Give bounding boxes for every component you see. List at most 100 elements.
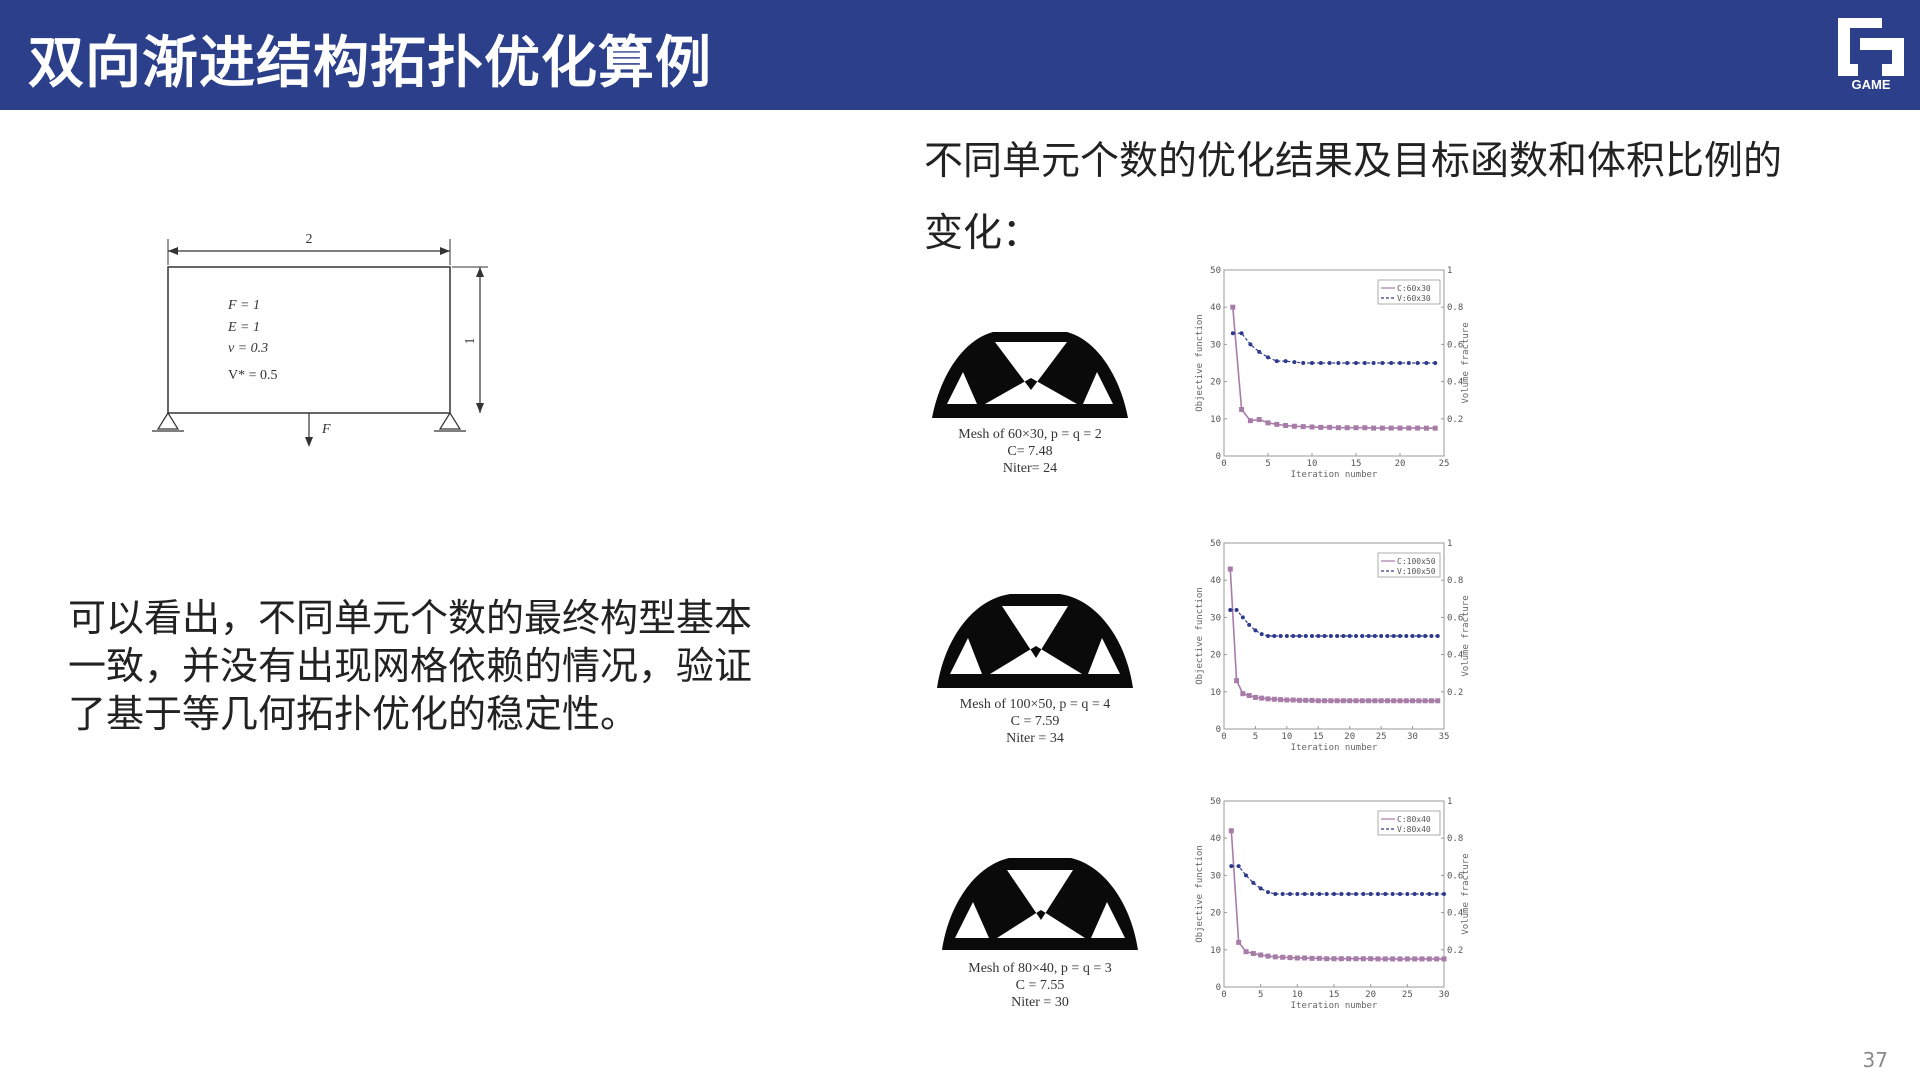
topology-shape — [937, 594, 1133, 688]
y2-tick-label: 0.2 — [1447, 946, 1463, 956]
data-point — [1303, 634, 1308, 638]
width-arrow-left — [168, 247, 178, 255]
y-tick-label: 40 — [1210, 834, 1221, 844]
data-point — [1250, 951, 1256, 957]
y-tick-label: 0 — [1216, 725, 1221, 735]
data-point — [1252, 694, 1258, 700]
x-tick-label: 30 — [1439, 990, 1450, 1000]
data-point — [1240, 615, 1245, 620]
data-point — [1243, 949, 1249, 955]
y2-tick-label: 1 — [1447, 539, 1452, 549]
data-point — [1309, 424, 1315, 430]
data-point — [1353, 425, 1359, 431]
topology-100x50: Mesh of 100×50, p = q = 4 C = 7.59 Niter… — [937, 594, 1133, 746]
data-point — [1424, 361, 1429, 365]
data-point — [1248, 342, 1253, 347]
data-point — [1309, 955, 1315, 961]
y-tick-label: 50 — [1210, 539, 1221, 549]
data-point — [1397, 956, 1403, 962]
data-point — [1379, 425, 1385, 431]
width-label: 2 — [306, 232, 313, 247]
data-point — [1334, 698, 1340, 704]
data-point — [1419, 956, 1425, 962]
x-tick-label: 15 — [1329, 990, 1340, 1000]
data-point — [1228, 607, 1233, 612]
data-point — [1253, 628, 1258, 633]
data-point — [1378, 698, 1384, 704]
data-point — [1335, 634, 1340, 638]
x-tick-label: 0 — [1221, 990, 1226, 1000]
data-point — [1234, 678, 1240, 684]
design-domain — [167, 266, 451, 414]
x-axis-label: Iteration number — [1291, 743, 1378, 753]
param-modulus: E = 1 — [227, 320, 260, 335]
data-point — [1272, 954, 1278, 960]
data-point — [1385, 634, 1390, 638]
data-point — [1423, 425, 1429, 431]
data-point — [1416, 634, 1421, 638]
left-support — [156, 411, 180, 430]
data-point — [1371, 361, 1376, 365]
data-point — [1327, 361, 1332, 365]
data-point — [1442, 892, 1446, 896]
legend-entry: V:100x50 — [1397, 567, 1436, 576]
data-point — [1294, 955, 1300, 961]
data-point — [1274, 359, 1279, 364]
data-point — [1344, 425, 1350, 431]
data-point — [1297, 634, 1302, 638]
topology-60x30: Mesh of 60×30, p = q = 2 C= 7.48 Niter= … — [932, 332, 1128, 476]
data-point — [1310, 892, 1314, 896]
data-point — [1265, 420, 1271, 426]
data-point — [1302, 892, 1307, 896]
x-tick-label: 25 — [1376, 732, 1387, 742]
data-point — [1423, 634, 1428, 638]
data-point — [1310, 361, 1314, 365]
y-tick-label: 0 — [1216, 452, 1221, 462]
data-point — [1376, 892, 1380, 896]
y-tick-label: 40 — [1210, 576, 1221, 586]
data-point — [1341, 634, 1346, 638]
y-tick-label: 10 — [1210, 688, 1221, 698]
x-tick-label: 35 — [1439, 732, 1450, 742]
data-point — [1274, 421, 1280, 427]
data-point — [1236, 864, 1241, 869]
page-number: 37 — [1862, 1048, 1888, 1072]
data-point — [1362, 361, 1367, 365]
data-point — [1360, 634, 1365, 638]
data-point — [1422, 698, 1428, 704]
param-volume: V* = 0.5 — [228, 368, 278, 383]
data-point — [1410, 634, 1415, 638]
data-point — [1406, 361, 1411, 365]
data-point — [1284, 634, 1289, 638]
game-logo: GAME — [1838, 18, 1904, 92]
data-point — [1290, 697, 1296, 703]
data-point — [1236, 939, 1242, 945]
data-point — [1379, 634, 1384, 638]
slide-header: 双向渐进结构拓扑优化算例 GAME — [0, 0, 1920, 110]
series-line-v-60x30 — [1232, 332, 1436, 364]
x-tick-label: 0 — [1221, 459, 1226, 469]
data-point — [1390, 956, 1396, 962]
data-point — [1258, 886, 1263, 891]
data-point — [1345, 361, 1350, 365]
data-point — [1346, 892, 1351, 896]
data-point — [1398, 634, 1402, 638]
caption-compliance: C = 7.55 — [1016, 978, 1065, 993]
data-point — [1434, 892, 1439, 896]
data-point — [1280, 892, 1285, 896]
y-tick-label: 10 — [1210, 415, 1221, 425]
data-point — [1322, 698, 1328, 704]
data-point — [1230, 331, 1235, 336]
data-point — [1324, 956, 1330, 962]
data-point — [1354, 892, 1358, 896]
data-point — [1328, 698, 1334, 704]
topology-shape — [932, 332, 1128, 418]
data-point — [1420, 892, 1424, 896]
data-point — [1435, 634, 1440, 638]
logo-mark — [1838, 18, 1904, 76]
x-tick-label: 10 — [1307, 459, 1318, 469]
convergence-chart-100x50: 0 5 10 15 20 25 30 35010203040500.20.40.60.81It… — [1195, 539, 1471, 753]
data-point — [1229, 864, 1234, 869]
load-label: F — [321, 422, 331, 437]
data-point — [1347, 698, 1353, 704]
